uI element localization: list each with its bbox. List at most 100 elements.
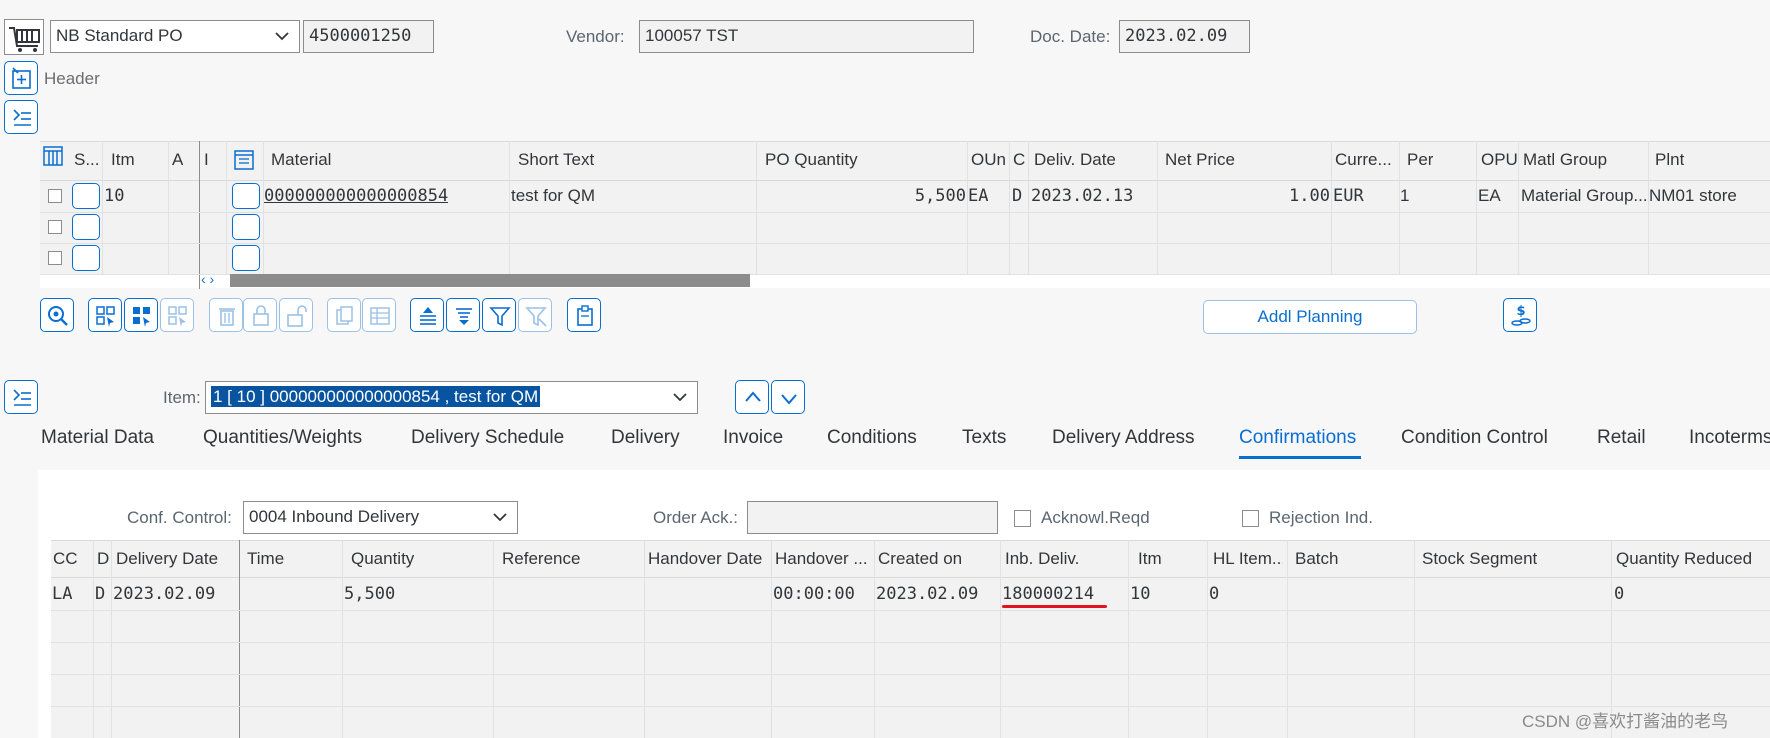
status-button[interactable] — [72, 214, 100, 240]
conf-col-hl-item[interactable]: HL Item... — [1213, 549, 1283, 569]
conf-row-d[interactable]: D — [95, 584, 105, 604]
previous-item-button[interactable] — [735, 380, 769, 414]
remove-filter-button[interactable] — [518, 298, 552, 332]
copy-rows-button[interactable] — [362, 298, 396, 332]
select-block-button[interactable] — [124, 298, 158, 332]
details-button[interactable] — [40, 298, 74, 332]
item-detail-button[interactable] — [232, 183, 260, 209]
tab-confirmations[interactable]: Confirmations — [1239, 427, 1356, 449]
conf-col-handover-time[interactable]: Handover ... — [775, 549, 871, 569]
tab-delivery-address[interactable]: Delivery Address — [1052, 427, 1195, 449]
conf-row-quantity[interactable]: 5,500 — [344, 584, 395, 604]
status-button[interactable] — [72, 183, 100, 209]
col-a[interactable]: A — [172, 150, 183, 170]
conf-col-handover-date[interactable]: Handover Date — [648, 549, 762, 569]
tab-delivery-schedule[interactable]: Delivery Schedule — [411, 427, 564, 449]
conf-col-quantity[interactable]: Quantity — [351, 549, 414, 569]
collapse-items-button[interactable] — [4, 100, 38, 134]
col-currency[interactable]: Curre... — [1335, 150, 1397, 170]
conf-col-quantity-reduced[interactable]: Quantity Reduced — [1616, 549, 1752, 569]
clipboard-button[interactable] — [567, 298, 601, 332]
row-plnt[interactable]: NM01 store — [1649, 186, 1737, 206]
row-itm[interactable]: 10 — [104, 186, 124, 206]
row-po-quantity[interactable]: 5,500 — [760, 186, 966, 206]
tab-conditions[interactable]: Conditions — [827, 427, 917, 449]
row-per[interactable]: 1 — [1400, 186, 1409, 206]
conf-row-created-on[interactable]: 2023.02.09 — [876, 584, 978, 604]
item-detail-button[interactable] — [232, 214, 260, 240]
row-c[interactable]: D — [1012, 186, 1022, 206]
conf-row-delivery-date[interactable]: 2023.02.09 — [113, 584, 215, 604]
col-short-text[interactable]: Short Text — [518, 150, 594, 170]
status-button[interactable] — [72, 245, 100, 271]
item-details-icon[interactable] — [234, 150, 254, 170]
conf-row-quantity-reduced[interactable]: 0 — [1614, 584, 1624, 604]
unlock-button[interactable] — [279, 298, 313, 332]
po-number-field[interactable]: 4500001250 — [303, 20, 434, 53]
collapse-item-detail-button[interactable] — [4, 380, 38, 414]
conf-col-inb-deliv[interactable]: Inb. Deliv. — [1005, 549, 1079, 569]
tab-invoice[interactable]: Invoice — [723, 427, 783, 449]
rejection-ind-checkbox[interactable] — [1242, 510, 1259, 527]
conf-row-hl-item[interactable]: 0 — [1209, 584, 1219, 604]
conf-control-select[interactable]: 0004 Inbound Delivery — [243, 501, 518, 534]
scroll-arrows[interactable]: ‹ › — [201, 271, 214, 287]
filter-button[interactable] — [482, 298, 516, 332]
conf-row-itm[interactable]: 10 — [1130, 584, 1150, 604]
col-matl-group[interactable]: Matl Group — [1523, 150, 1607, 170]
tab-quantities-weights[interactable]: Quantities/Weights — [203, 427, 362, 449]
conf-col-delivery-date[interactable]: Delivery Date — [116, 549, 218, 569]
row-material-link[interactable]: 000000000000000854 — [264, 186, 448, 206]
tab-condition-control[interactable]: Condition Control — [1401, 427, 1548, 449]
row-select-checkbox[interactable] — [48, 251, 62, 265]
row-deliv-date[interactable]: 2023.02.13 — [1031, 186, 1133, 206]
col-net-price[interactable]: Net Price — [1165, 150, 1235, 170]
row-opu[interactable]: EA — [1478, 186, 1501, 206]
lock-button[interactable] — [243, 298, 277, 332]
tab-delivery[interactable]: Delivery — [611, 427, 680, 449]
row-select-checkbox[interactable] — [48, 220, 62, 234]
pricing-button[interactable]: $ — [1503, 298, 1537, 332]
row-net-price[interactable]: 1.00 — [1160, 186, 1330, 206]
col-i[interactable]: I — [204, 150, 209, 170]
conf-col-itm[interactable]: Itm — [1138, 549, 1162, 569]
col-opu[interactable]: OPU — [1481, 150, 1518, 170]
conf-col-created-on[interactable]: Created on — [878, 549, 962, 569]
col-plnt[interactable]: Plnt — [1655, 150, 1684, 170]
conf-col-reference[interactable]: Reference — [502, 549, 580, 569]
conf-col-batch[interactable]: Batch — [1295, 549, 1338, 569]
col-per[interactable]: Per — [1407, 150, 1433, 170]
doc-type-select[interactable]: NB Standard PO — [50, 20, 300, 53]
sort-descending-button[interactable] — [446, 298, 480, 332]
row-short-text[interactable]: test for QM — [511, 186, 595, 206]
next-item-button[interactable] — [771, 380, 805, 414]
order-ack-field[interactable] — [747, 501, 998, 534]
col-s[interactable]: S... — [74, 150, 100, 170]
conf-row-handover-time[interactable]: 00:00:00 — [773, 584, 855, 604]
row-currency[interactable]: EUR — [1333, 186, 1364, 206]
item-detail-button[interactable] — [232, 245, 260, 271]
col-c[interactable]: C — [1013, 150, 1025, 170]
conf-col-d[interactable]: D — [97, 549, 109, 569]
item-select[interactable]: 1 [ 10 ] 000000000000000854 , test for Q… — [205, 381, 698, 414]
column-settings-icon[interactable] — [43, 146, 63, 166]
horizontal-scrollbar[interactable] — [230, 274, 750, 287]
conf-row-cc[interactable]: LA — [52, 584, 72, 604]
row-oun[interactable]: EA — [968, 186, 988, 206]
vendor-field[interactable]: 100057 TST — [639, 20, 974, 53]
col-po-quantity[interactable]: PO Quantity — [765, 150, 858, 170]
doc-date-field[interactable]: 2023.02.09 — [1119, 20, 1250, 53]
sort-ascending-button[interactable] — [410, 298, 444, 332]
copy-button[interactable] — [327, 298, 361, 332]
deselect-all-button[interactable] — [160, 298, 194, 332]
cart-icon[interactable] — [4, 19, 44, 55]
col-oun[interactable]: OUn — [971, 150, 1006, 170]
row-select-checkbox[interactable] — [48, 189, 62, 203]
tab-texts[interactable]: Texts — [962, 427, 1006, 449]
addl-planning-button[interactable]: Addl Planning — [1203, 300, 1417, 334]
tab-retail[interactable]: Retail — [1597, 427, 1646, 449]
conf-col-stock-segment[interactable]: Stock Segment — [1422, 549, 1537, 569]
tab-incoterms[interactable]: Incoterms — [1689, 427, 1770, 449]
col-deliv-date[interactable]: Deliv. Date — [1034, 150, 1116, 170]
col-itm[interactable]: Itm — [111, 150, 135, 170]
